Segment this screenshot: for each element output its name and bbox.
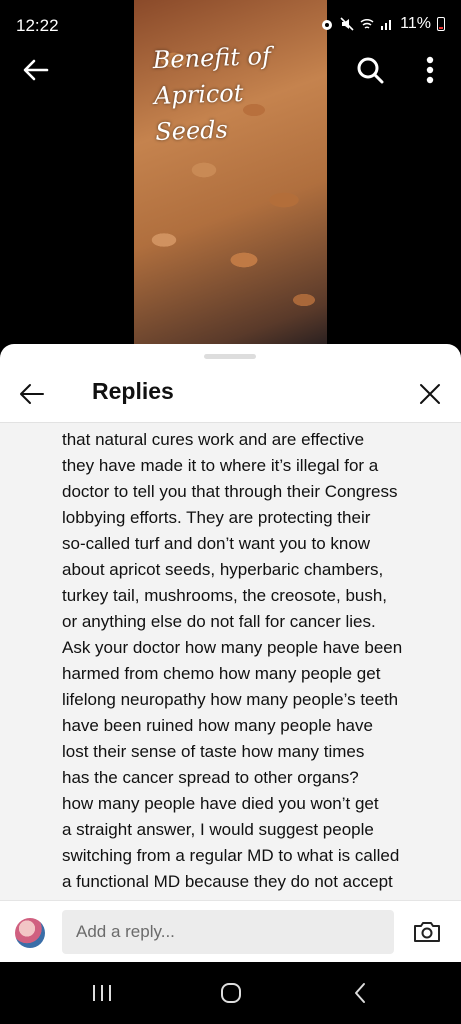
video-player[interactable]: Benefit of Apricot Seeds [0,0,461,360]
reply-line: how many people have died you won’t get [62,794,379,813]
recents-icon [93,985,111,1001]
reply-line: about apricot seeds, hyperbaric chambers… [62,560,384,579]
reply-line: or anything else do not fall for cancer … [62,612,376,631]
sheet-title: Replies [92,378,174,404]
reply-line: lobbying efforts. They are protecting th… [62,508,371,527]
reply-line: harmed from chemo how many people get [62,664,381,683]
search-button[interactable] [350,50,390,90]
reply-line: turkey tail, mushrooms, the creosote, bu… [62,586,388,605]
caption-line: Seeds [154,115,229,147]
reply-line: doctor to tell you that through their Co… [62,482,398,501]
reply-line: lost their sense of taste how many times [62,742,365,761]
system-back-button[interactable] [340,978,380,1008]
reply-line: a straight answer, I would suggest peopl… [62,820,374,839]
replies-back-button[interactable] [14,376,50,412]
chevron-left-icon [355,983,365,1003]
status-bar: 12:22 11% [0,0,461,52]
alarm-icon [322,20,333,30]
more-options-button[interactable] [410,50,450,90]
replies-sheet: Replies that natural cures work and are … [0,344,461,962]
drag-handle[interactable] [204,354,256,359]
home-icon [221,983,241,1003]
reply-line: a functional MD because they do not acce… [62,872,393,891]
home-button[interactable] [211,978,251,1008]
reply-comment-text: that natural cures work and are effectiv… [62,427,437,895]
caption-line: Apricot [153,78,244,111]
camera-button[interactable] [411,917,443,947]
more-vertical-icon [426,56,434,84]
reply-composer [0,900,461,962]
camera-icon [414,922,440,942]
close-button[interactable] [412,376,448,412]
close-icon [420,384,440,404]
wifi-icon [360,18,374,29]
reply-input[interactable] [62,910,394,954]
reply-line: has the cancer spread to other organs? [62,768,359,787]
system-nav-bar [0,962,461,1024]
reply-line: switching from a regular MD to what is c… [62,846,400,865]
user-avatar[interactable] [15,918,45,948]
reply-line: Ask your doctor how many people have bee… [62,638,403,657]
arrow-left-icon [23,59,49,81]
video-caption: Benefit of Apricot Seeds [152,38,274,150]
recents-button[interactable] [82,978,122,1008]
reply-line: so-called turf and don’t want you to kno… [62,534,371,553]
status-icons: 11% [320,15,445,33]
arrow-left-icon [20,384,44,404]
mute-icon [340,17,354,31]
back-button[interactable] [16,50,56,90]
reply-line: lifelong neuropathy how many people’s te… [62,690,399,709]
search-icon [357,57,384,84]
reply-thread[interactable]: that natural cures work and are effectiv… [0,423,461,900]
battery-percent: 11% [400,15,431,32]
reply-line: have been ruined how many people have [62,716,373,735]
reply-line: they have made it to where it’s illegal … [62,456,379,475]
signal-icon [381,20,392,30]
status-time: 12:22 [16,16,59,35]
reply-line: that natural cures work and are effectiv… [62,430,365,449]
sheet-header: Replies [0,364,461,422]
battery-icon [437,17,445,31]
